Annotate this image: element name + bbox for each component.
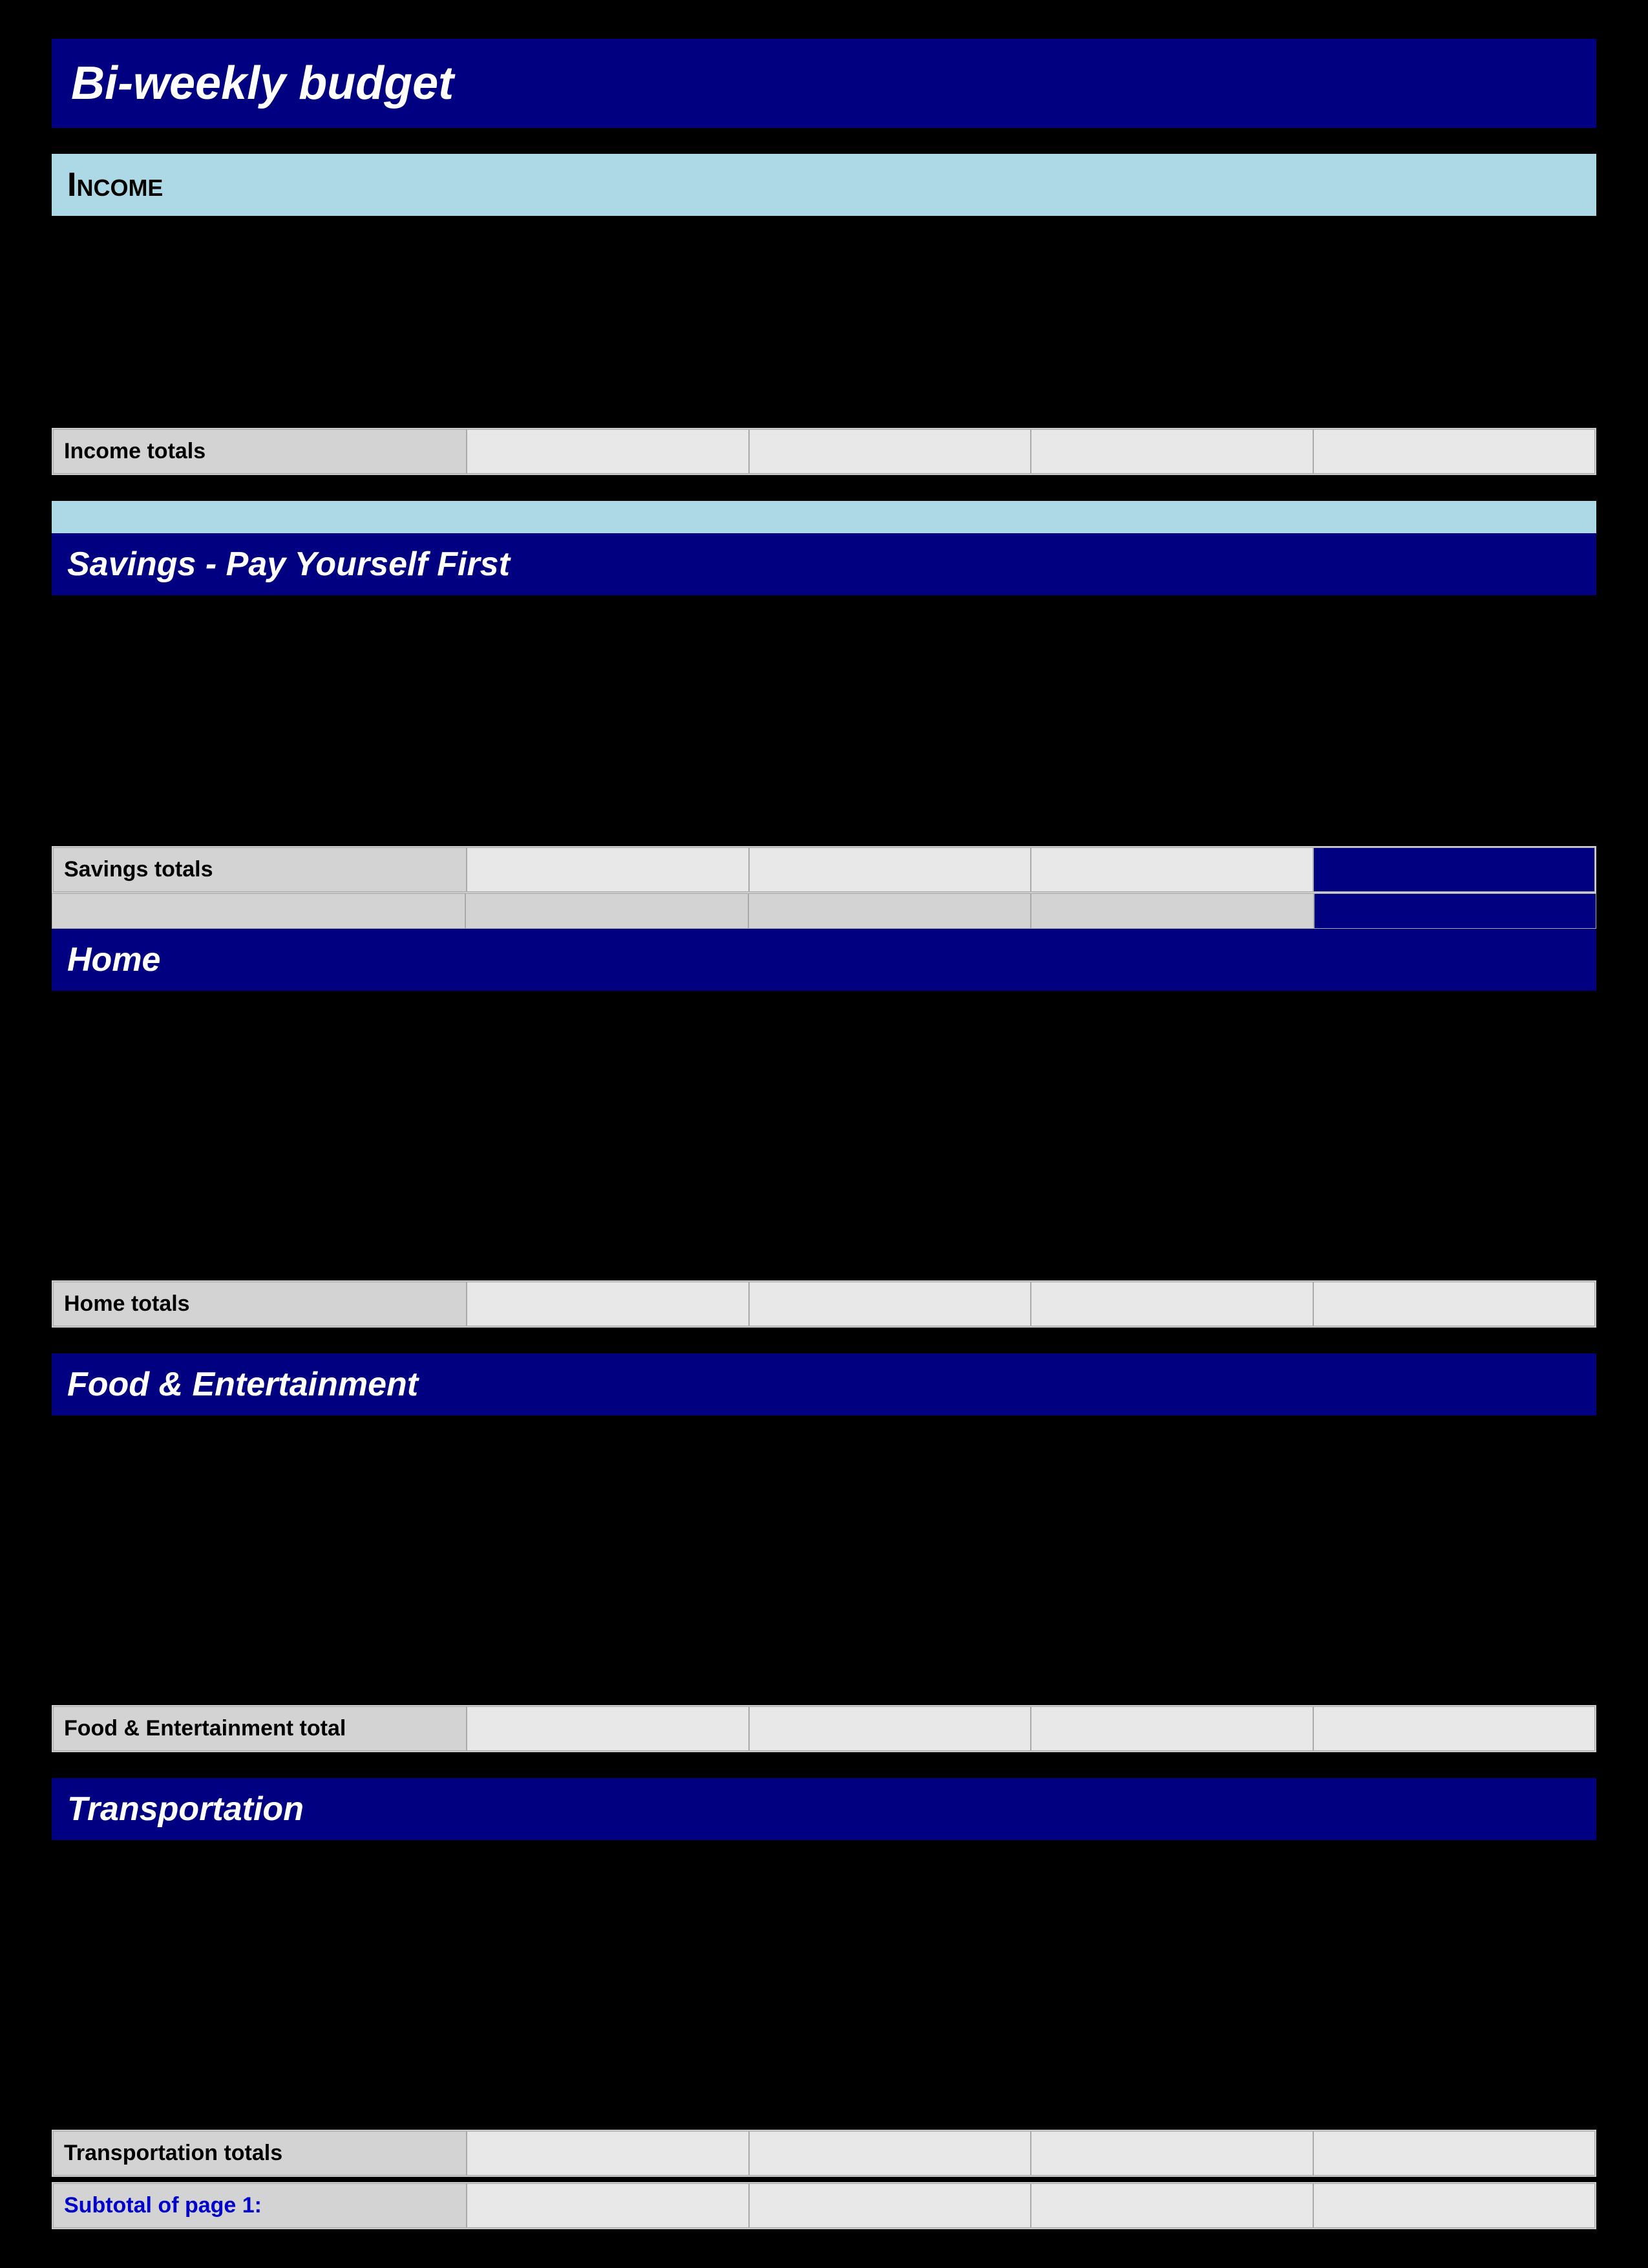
home-totals-col4[interactable] — [1313, 1282, 1596, 1326]
income-content-rows — [52, 221, 1596, 428]
income-totals-col2[interactable] — [749, 429, 1031, 474]
home-label: Home — [67, 940, 1581, 979]
home-content-rows — [52, 996, 1596, 1280]
spacer3 — [52, 1752, 1596, 1778]
spacer2 — [52, 1328, 1596, 1353]
savings-accent-col4-dark — [1314, 893, 1597, 929]
savings-section-header: Savings - Pay Yourself First — [52, 533, 1596, 595]
food-totals-col3[interactable] — [1031, 1706, 1313, 1751]
food-totals-col2[interactable] — [749, 1706, 1031, 1751]
transportation-totals-col4[interactable] — [1313, 2131, 1596, 2176]
transportation-totals-col1[interactable] — [467, 2131, 749, 2176]
page-title: Bi-weekly budget — [71, 57, 1577, 110]
savings-totals-col1[interactable] — [467, 847, 749, 892]
transportation-content-rows — [52, 1845, 1596, 2130]
food-totals-col1[interactable] — [467, 1706, 749, 1751]
home-totals-col1[interactable] — [467, 1282, 749, 1326]
transportation-totals-label: Transportation totals — [64, 2141, 282, 2165]
subtotal-col3[interactable] — [1031, 2183, 1313, 2228]
savings-label: Savings - Pay Yourself First — [67, 545, 1581, 584]
savings-totals-col3[interactable] — [1031, 847, 1313, 892]
transportation-label: Transportation — [67, 1790, 1581, 1828]
food-totals-row: Food & Entertainment total — [52, 1705, 1596, 1752]
transportation-totals-label-cell: Transportation totals — [53, 2131, 467, 2176]
savings-accent-col2 — [748, 893, 1031, 929]
home-totals-label-cell: Home totals — [53, 1282, 467, 1326]
food-totals-label-cell: Food & Entertainment total — [53, 1706, 467, 1751]
spacer1 — [52, 475, 1596, 501]
home-section-header: Home — [52, 929, 1596, 991]
subtotal-col4[interactable] — [1313, 2183, 1596, 2228]
subtotal-col2[interactable] — [749, 2183, 1031, 2228]
savings-accent-row — [52, 893, 1596, 929]
savings-accent-col3 — [1031, 893, 1314, 929]
transportation-totals-col2[interactable] — [749, 2131, 1031, 2176]
food-totals-label: Food & Entertainment total — [64, 1716, 346, 1741]
home-totals-label: Home totals — [64, 1291, 190, 1316]
income-label: Income — [67, 165, 1581, 204]
income-totals-label: Income totals — [64, 439, 206, 463]
income-totals-col1[interactable] — [467, 429, 749, 474]
title-bar: Bi-weekly budget — [52, 39, 1596, 128]
food-totals-col4[interactable] — [1313, 1706, 1596, 1751]
home-totals-col2[interactable] — [749, 1282, 1031, 1326]
income-section-header: Income — [52, 154, 1596, 216]
transportation-totals-row: Transportation totals — [52, 2130, 1596, 2177]
page-container: Bi-weekly budget Income Income totals Sa… — [52, 39, 1596, 2229]
savings-totals-col4-dark[interactable] — [1313, 847, 1596, 892]
income-totals-label-cell: Income totals — [53, 429, 467, 474]
income-totals-row: Income totals — [52, 428, 1596, 475]
savings-content-rows — [52, 600, 1596, 846]
light-blue-accent — [52, 501, 1596, 533]
subtotal-col1[interactable] — [467, 2183, 749, 2228]
subtotal-row: Subtotal of page 1: — [52, 2182, 1596, 2229]
subtotal-label-cell: Subtotal of page 1: — [53, 2183, 467, 2228]
income-totals-col4[interactable] — [1313, 429, 1596, 474]
transportation-totals-col3[interactable] — [1031, 2131, 1313, 2176]
income-totals-col3[interactable] — [1031, 429, 1313, 474]
subtotal-label: Subtotal of page 1: — [64, 2193, 262, 2218]
savings-totals-label: Savings totals — [64, 857, 213, 882]
food-label: Food & Entertainment — [67, 1365, 1581, 1404]
food-section-header: Food & Entertainment — [52, 1353, 1596, 1415]
savings-totals-row: Savings totals — [52, 846, 1596, 893]
food-content-rows — [52, 1421, 1596, 1705]
savings-accent-col0 — [52, 893, 465, 929]
savings-totals-label-cell: Savings totals — [53, 847, 467, 892]
savings-totals-col2[interactable] — [749, 847, 1031, 892]
home-totals-row: Home totals — [52, 1280, 1596, 1328]
savings-accent-col1 — [465, 893, 748, 929]
transportation-section-header: Transportation — [52, 1778, 1596, 1840]
home-totals-col3[interactable] — [1031, 1282, 1313, 1326]
